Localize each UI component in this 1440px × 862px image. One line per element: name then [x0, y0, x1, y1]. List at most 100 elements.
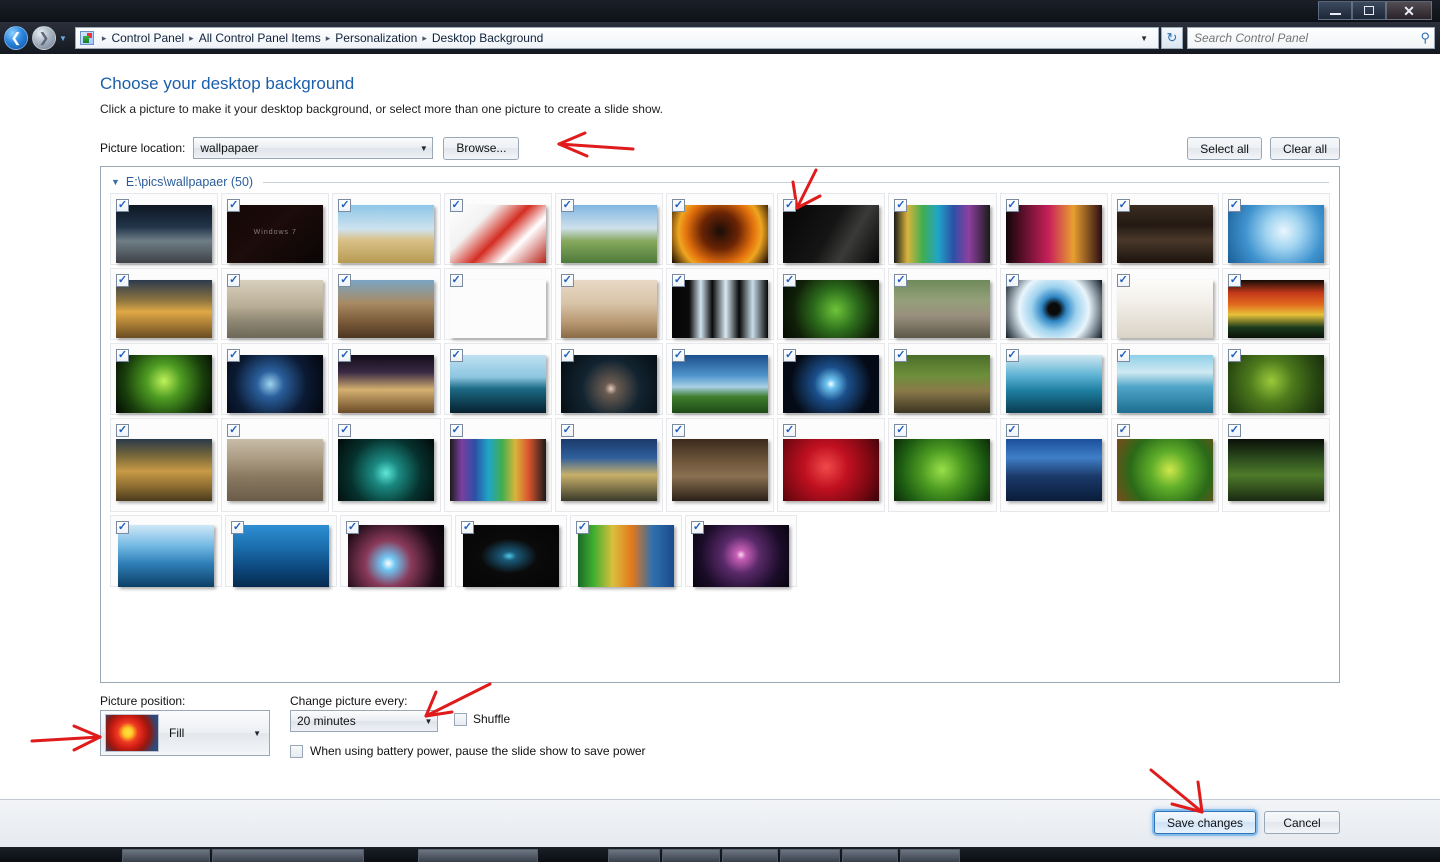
- wallpaper-thumbnail[interactable]: [338, 280, 435, 338]
- wallpaper-tile-castle-ruins-dark-sky[interactable]: ✓: [665, 418, 775, 512]
- wallpaper-thumbnail[interactable]: [560, 205, 657, 263]
- wallpaper-checkbox[interactable]: ✓: [576, 521, 589, 534]
- wallpaper-checkbox[interactable]: ✓: [560, 199, 574, 212]
- wallpaper-tile-lightning-storm-field[interactable]: ✓: [110, 193, 219, 265]
- wallpaper-tile-red-cubes-checkerboard[interactable]: ✓: [443, 193, 552, 265]
- address-history-chevron-icon[interactable]: ▼: [1132, 34, 1156, 43]
- cancel-button[interactable]: Cancel: [1264, 811, 1340, 834]
- wallpaper-thumbnail[interactable]: [1116, 439, 1213, 501]
- wallpaper-checkbox[interactable]: ✓: [894, 199, 908, 212]
- close-button[interactable]: ✕: [1386, 1, 1432, 20]
- wallpaper-checkbox[interactable]: ✓: [227, 349, 241, 362]
- triangle-collapse-icon[interactable]: ▼: [111, 177, 120, 187]
- wallpaper-thumbnail[interactable]: [1227, 439, 1324, 501]
- wallpaper-checkbox[interactable]: ✓: [894, 349, 908, 362]
- wallpaper-tile-dark-minimal-colorful-spark[interactable]: ✓: [455, 515, 567, 587]
- wallpaper-tile-tall-forest-trees[interactable]: ✓: [1221, 418, 1331, 512]
- breadcrumb-separator-3[interactable]: ▸: [417, 33, 432, 44]
- wallpaper-thumbnail[interactable]: [449, 205, 546, 263]
- wallpaper-thumbnail[interactable]: [1116, 355, 1213, 413]
- wallpaper-thumbnail[interactable]: [449, 439, 546, 501]
- wallpaper-tile-blue-water-hole-quote[interactable]: ✓: [110, 515, 222, 587]
- wallpaper-tile-color-stripes-vertical[interactable]: ✓: [888, 193, 997, 265]
- wallpaper-thumbnail[interactable]: [227, 355, 324, 413]
- wallpaper-thumbnail[interactable]: [116, 355, 213, 413]
- wallpaper-tile-green-sprout-water-drop[interactable]: ✓: [1110, 418, 1219, 512]
- wallpaper-thumbnail[interactable]: [338, 355, 435, 413]
- picture-location-dropdown[interactable]: wallpapaer ▼: [193, 137, 434, 159]
- wallpaper-checkbox[interactable]: ✓: [560, 274, 574, 287]
- wallpaper-thumbnail[interactable]: [233, 525, 329, 587]
- wallpaper-thumbnail[interactable]: [1116, 205, 1213, 263]
- wallpaper-thumbnail[interactable]: [894, 355, 991, 413]
- wallpaper-tile-sand-dune-blue-sky[interactable]: ✓: [443, 268, 552, 340]
- wallpaper-thumbnail[interactable]: [1116, 280, 1213, 338]
- wallpaper-tile-wheat-field-clouds[interactable]: ✓: [332, 193, 441, 265]
- wallpaper-tile-underwater-bubbles-text[interactable]: ✓: [225, 515, 337, 587]
- select-all-button[interactable]: Select all: [1187, 137, 1262, 160]
- wallpaper-thumbnail[interactable]: [894, 439, 991, 501]
- wallpaper-thumbnail[interactable]: [1227, 205, 1324, 263]
- shuffle-checkbox[interactable]: [454, 712, 467, 726]
- wallpaper-thumbnail[interactable]: [338, 205, 435, 263]
- wallpaper-tile-forest-path-sunlight[interactable]: ✓: [888, 343, 997, 415]
- wallpaper-thumbnail[interactable]: [116, 280, 213, 338]
- wallpaper-tile-green-field-clouds[interactable]: ✓: [554, 193, 663, 265]
- wallpaper-tile-dark-wood-planks[interactable]: ✓: [1110, 193, 1219, 265]
- wallpaper-tile-green-grass-water-glow[interactable]: ✓: [110, 343, 219, 415]
- wallpaper-thumbnail[interactable]: [894, 280, 991, 338]
- wallpaper-checkbox[interactable]: ✓: [671, 349, 685, 362]
- wallpaper-tile-purple-galaxy-nebula[interactable]: ✓: [685, 515, 797, 587]
- group-header[interactable]: ▼ E:\pics\wallpapaer (50): [111, 175, 1329, 189]
- taskbar-item[interactable]: [122, 849, 210, 862]
- wallpaper-checkbox[interactable]: ✓: [671, 274, 685, 287]
- wallpaper-checkbox[interactable]: ✓: [783, 199, 797, 212]
- wallpaper-checkbox[interactable]: ✓: [1116, 274, 1130, 287]
- recent-pages-chevron-icon[interactable]: ▼: [59, 34, 67, 43]
- wallpaper-thumbnail[interactable]: Windows 7: [227, 205, 324, 263]
- taskbar-item[interactable]: [780, 849, 840, 862]
- wallpaper-tile-ocean-wave-barrel[interactable]: ✓: [999, 343, 1108, 415]
- wallpaper-checkbox[interactable]: ✓: [227, 274, 241, 287]
- wallpaper-tile-fire-planet-orb[interactable]: ✓: [665, 193, 775, 265]
- wallpaper-tile-eye-sketch-on-paper[interactable]: ✓: [1110, 268, 1219, 340]
- wallpaper-checkbox[interactable]: ✓: [227, 424, 241, 437]
- taskbar-item[interactable]: [418, 849, 538, 862]
- wallpaper-thumbnail[interactable]: [463, 525, 559, 587]
- wallpaper-tile-kitten-pointing-finger[interactable]: ✓: [554, 268, 663, 340]
- battery-pause-checkbox[interactable]: [290, 744, 303, 758]
- search-icon[interactable]: ⚲: [1420, 30, 1430, 46]
- wallpaper-thumbnail[interactable]: [116, 205, 213, 263]
- wallpaper-tile-city-skyline-blue-night[interactable]: ✓: [554, 418, 663, 512]
- taskbar-item[interactable]: [212, 849, 364, 862]
- wallpaper-tile-autumn-leaves-pier[interactable]: ✓: [110, 418, 219, 512]
- wallpaper-tile-jellyfish-dark-water[interactable]: ✓: [554, 343, 663, 415]
- wallpaper-thumbnail[interactable]: [227, 280, 324, 338]
- wallpaper-thumbnail[interactable]: [560, 439, 657, 501]
- taskbar-item[interactable]: [608, 849, 660, 862]
- change-picture-every-dropdown[interactable]: 20 minutes ▼: [290, 710, 438, 732]
- wallpaper-tile-black-panels-bright-light[interactable]: ✓: [665, 268, 775, 340]
- wallpaper-checkbox[interactable]: ✓: [560, 349, 574, 362]
- wallpaper-thumbnail[interactable]: [672, 355, 769, 413]
- wallpaper-tile-iceberg-underwater[interactable]: ✓: [443, 343, 552, 415]
- wallpaper-checkbox[interactable]: ✓: [671, 424, 685, 437]
- wallpaper-checkbox[interactable]: ✓: [449, 199, 463, 212]
- wallpaper-thumbnail[interactable]: [560, 355, 657, 413]
- wallpaper-thumbnail[interactable]: [672, 205, 769, 263]
- breadcrumb-separator-1[interactable]: ▸: [184, 33, 199, 44]
- wallpaper-thumbnail[interactable]: [1005, 439, 1102, 501]
- wallpaper-checkbox[interactable]: ✓: [346, 521, 359, 534]
- wallpaper-thumbnail[interactable]: [560, 280, 657, 338]
- wallpaper-checkbox[interactable]: ✓: [338, 349, 352, 362]
- wallpaper-tile-palm-tree-underwater-split[interactable]: ✓: [1110, 343, 1219, 415]
- wallpaper-checkbox[interactable]: ✓: [338, 424, 352, 437]
- taskbar-item[interactable]: [662, 849, 720, 862]
- wallpaper-tile-monkey-on-railing-people[interactable]: ✓: [888, 268, 997, 340]
- wallpaper-thumbnail[interactable]: [1227, 280, 1324, 338]
- shuffle-option[interactable]: Shuffle: [454, 712, 510, 726]
- wallpaper-thumbnail[interactable]: [783, 439, 880, 501]
- wallpaper-checkbox[interactable]: ✓: [1116, 199, 1130, 212]
- breadcrumb-item-desktop-background[interactable]: Desktop Background: [432, 31, 543, 45]
- wallpaper-checkbox[interactable]: ✓: [691, 521, 704, 534]
